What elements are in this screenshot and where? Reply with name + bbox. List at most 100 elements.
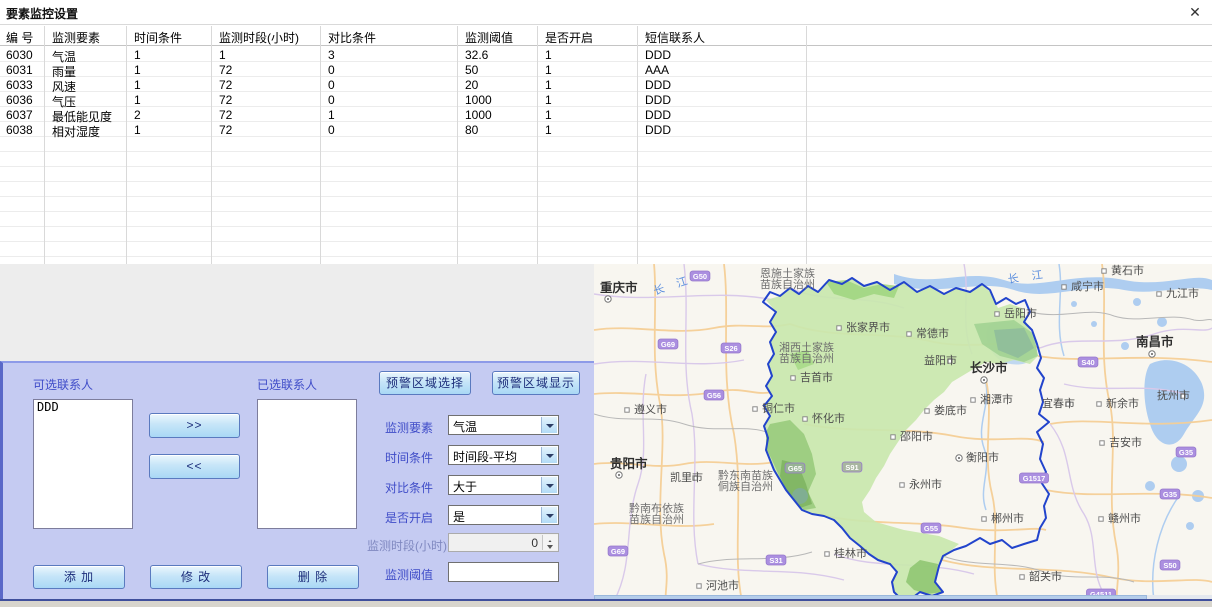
table-cell: 1: [537, 63, 637, 77]
combo-value: 气温: [453, 418, 477, 435]
table-row[interactable]: 6036气压172010001DDD: [0, 92, 1212, 107]
table-row: [0, 257, 1212, 264]
combo-1[interactable]: 气温: [448, 415, 559, 435]
table-cell: 1: [211, 48, 320, 62]
warning-region-map[interactable]: 重庆市遵义市贵阳市凯里市河池市桂林市铜仁市吉首市怀化市张家界市常德市益阳市岳阳市…: [594, 264, 1212, 601]
city-marker: [1020, 575, 1024, 579]
selected-contacts-label: 已选联系人: [257, 376, 317, 393]
modify-button[interactable]: 修 改: [150, 565, 242, 589]
combo-4[interactable]: 是: [448, 505, 559, 525]
river-label: 长 江: [652, 273, 694, 298]
city-marker: [907, 332, 911, 336]
chevron-down-icon[interactable]: [541, 507, 557, 523]
table-header-cell[interactable]: 时间条件: [126, 29, 211, 46]
city-marker: [697, 584, 701, 588]
table-cell: 6036: [0, 93, 44, 107]
table-cell: 1: [537, 108, 637, 122]
table-row[interactable]: 6033风速1720201DDD: [0, 77, 1212, 92]
chevron-down-icon[interactable]: [541, 477, 557, 493]
road-badge-label: G56: [707, 391, 721, 400]
period-value: 0: [531, 536, 538, 550]
city-label: 郴州市: [991, 511, 1024, 525]
table-cell: 72: [211, 78, 320, 92]
period-spinner[interactable]: 0: [448, 533, 559, 552]
threshold-label: 监测阈值: [385, 566, 433, 583]
table-cell: 72: [211, 63, 320, 77]
chevron-down-icon[interactable]: [541, 447, 557, 463]
list-item[interactable]: DDD: [34, 400, 132, 414]
city-label: 遵义市: [634, 402, 667, 416]
add-button[interactable]: 添 加: [33, 565, 125, 589]
city-marker: [1099, 517, 1103, 521]
combo-3[interactable]: 大于: [448, 475, 559, 495]
table-cell: 6031: [0, 63, 44, 77]
threshold-input[interactable]: [448, 562, 559, 582]
table-row[interactable]: 6030气温11332.61DDD: [0, 47, 1212, 62]
element-monitoring-settings-window: 要素监控设置 ✕ 编 号监测要素时间条件监测时段(小时)对比条件监测阈值是否开启…: [0, 0, 1212, 607]
table-cell: 80: [457, 123, 537, 137]
table-header-cell[interactable]: 监测阈值: [457, 29, 537, 46]
table-header-cell[interactable]: 监测要素: [44, 29, 126, 46]
prefecture-label: 恩施土家族: [760, 266, 815, 280]
city-label: 南昌市: [1136, 334, 1174, 349]
city-marker: [1100, 441, 1104, 445]
city-marker: [803, 417, 807, 421]
table-cell: 1: [537, 93, 637, 107]
city-marker: [791, 376, 795, 380]
prefecture-label: 侗族自治州: [718, 479, 773, 493]
city-label: 凯里市: [670, 470, 703, 484]
city-label: 重庆市: [600, 280, 638, 295]
table-cell: 1: [126, 78, 211, 92]
city-label: 黄石市: [1111, 264, 1144, 277]
city-marker: [625, 408, 629, 412]
table-cell: 0: [320, 78, 457, 92]
table-row[interactable]: 6037最低能见度272110001DDD: [0, 107, 1212, 122]
table-gridline: [211, 26, 212, 264]
table-cell: 72: [211, 93, 320, 107]
table-cell: DDD: [637, 123, 806, 137]
road-badge-label: G50: [693, 272, 707, 281]
field-label: 时间条件: [385, 449, 433, 466]
city-label: 长沙市: [970, 360, 1008, 375]
field-label: 监测要素: [385, 419, 433, 436]
monitoring-rules-table[interactable]: 编 号监测要素时间条件监测时段(小时)对比条件监测阈值是否开启短信联系人 603…: [0, 26, 1212, 264]
table-cell: 6037: [0, 108, 44, 122]
spinner-down-icon[interactable]: [543, 542, 558, 550]
close-icon[interactable]: ✕: [1186, 3, 1204, 21]
road-badge-label: G65: [788, 464, 802, 473]
city-label: 宜春市: [1042, 396, 1075, 410]
warning-region-select-button[interactable]: 预警区域选择: [379, 371, 471, 395]
city-marker: [891, 435, 895, 439]
combo-2[interactable]: 时间段-平均: [448, 445, 559, 465]
combo-value: 大于: [453, 478, 477, 495]
available-contacts-listbox[interactable]: DDD: [33, 399, 133, 529]
table-header-cell[interactable]: 编 号: [0, 29, 44, 46]
table-gridline: [457, 26, 458, 264]
field-label: 对比条件: [385, 479, 433, 496]
move-left-button[interactable]: <<: [149, 454, 240, 479]
field-label: 是否开启: [385, 509, 433, 526]
road-badge-label: G55: [924, 524, 938, 533]
selected-contacts-listbox[interactable]: [257, 399, 357, 529]
warning-region-show-button[interactable]: 预警区域显示: [492, 371, 580, 395]
chevron-down-icon[interactable]: [541, 417, 557, 433]
table-header-cell[interactable]: 是否开启: [537, 29, 637, 46]
table-row: [0, 197, 1212, 212]
city-label: 邵阳市: [900, 429, 933, 443]
empty-gray-area: [0, 264, 594, 361]
table-header-cell[interactable]: 短信联系人: [637, 29, 806, 46]
titlebar: 要素监控设置 ✕: [0, 0, 1212, 25]
table-row[interactable]: 6031雨量1720501AAA: [0, 62, 1212, 77]
table-cell: DDD: [637, 48, 806, 62]
table-cell: 1000: [457, 93, 537, 107]
table-header-cell[interactable]: 监测时段(小时): [211, 29, 320, 46]
table-cell: 1: [537, 48, 637, 62]
city-marker: [1097, 402, 1101, 406]
city-marker: [1102, 269, 1106, 273]
city-marker: [995, 312, 999, 316]
move-right-button[interactable]: >>: [149, 413, 240, 438]
table-row[interactable]: 6038相对湿度1720801DDD: [0, 122, 1212, 137]
table-header-cell[interactable]: 对比条件: [320, 29, 457, 46]
delete-button[interactable]: 删 除: [267, 565, 359, 589]
table-cell: 2: [126, 108, 211, 122]
